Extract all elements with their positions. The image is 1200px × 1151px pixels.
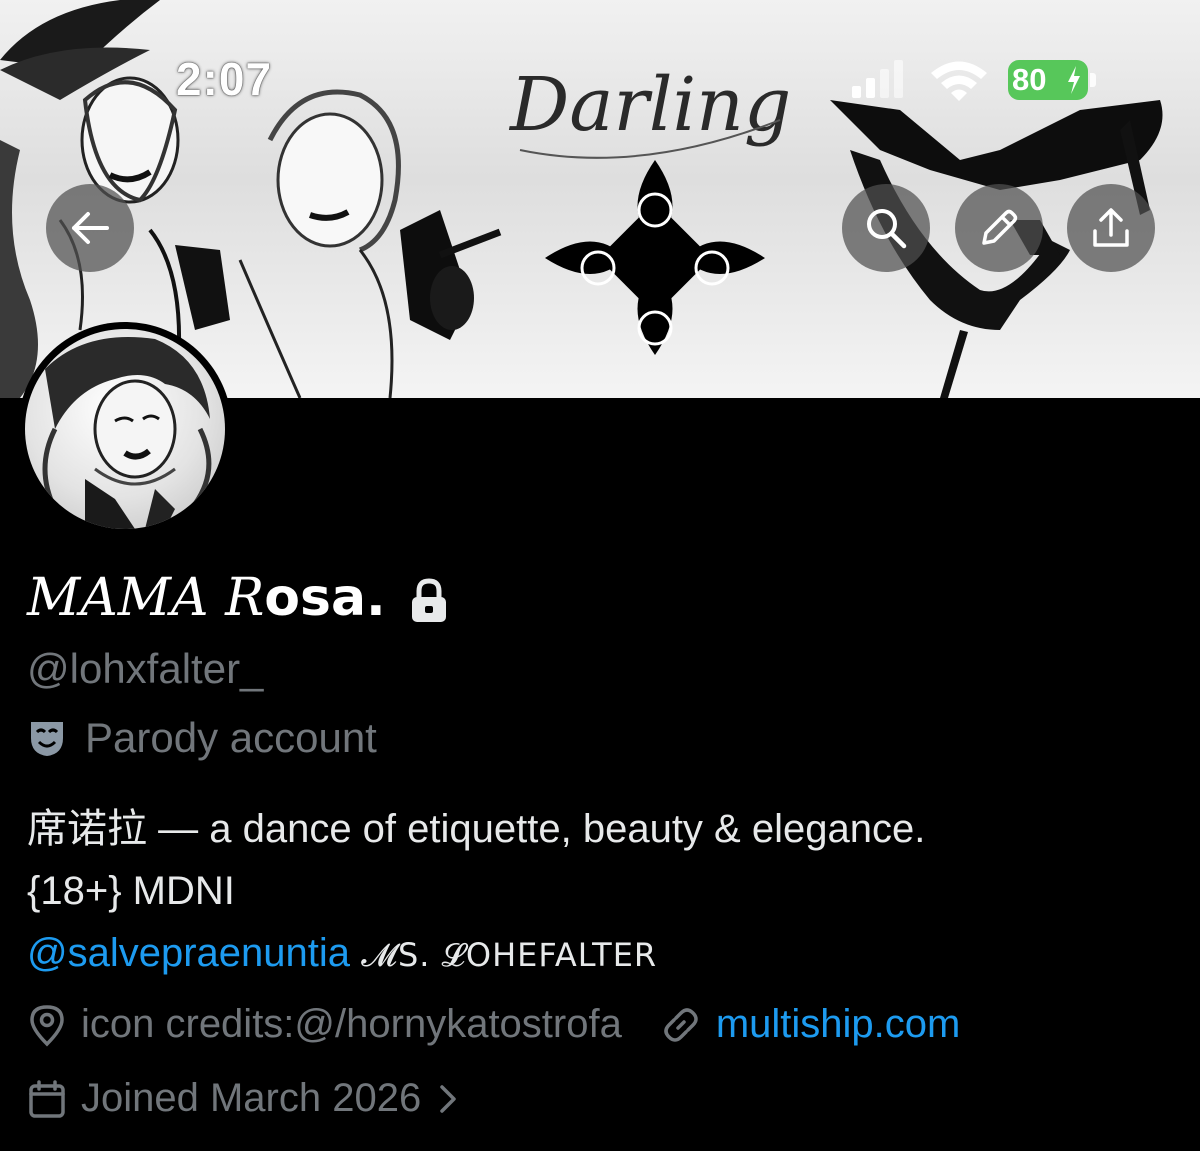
wifi-icon <box>931 61 987 101</box>
calendar-icon <box>29 1079 65 1118</box>
link-icon <box>664 1007 698 1042</box>
profile-handle: @lohxfalter_ <box>27 645 264 692</box>
joined-date[interactable]: Joined March 2026 <box>27 1076 457 1121</box>
display-name: 𝑀𝐴𝑀𝐴 𝑅osa. <box>27 566 450 630</box>
profile-avatar[interactable] <box>18 322 232 536</box>
display-name-styled: 𝑀𝐴𝑀𝐴 𝑅 <box>27 568 265 628</box>
chevron-right-icon <box>440 1084 456 1113</box>
bio-line-2: {18+} MDNI <box>27 869 235 913</box>
search-button[interactable] <box>842 184 930 272</box>
parody-label-text: Parody account <box>85 714 377 761</box>
display-name-rest: osa. <box>264 568 386 628</box>
bio-mention-link[interactable]: @salvepraenuntia <box>27 931 350 975</box>
lock-icon <box>411 578 446 622</box>
emblem-icon <box>545 160 765 355</box>
battery-indicator: 80 <box>1008 60 1098 100</box>
arrow-left-icon <box>72 212 109 244</box>
bio-line-3: @salvepraenuntia 𝓜S. 𝓛OHEFALTER <box>27 922 1177 986</box>
bio-line-1: 席诺拉 — a dance of etiquette, beauty & ele… <box>27 807 926 851</box>
parody-label[interactable]: Parody account <box>27 714 377 762</box>
search-icon <box>867 209 907 249</box>
website-link[interactable]: multiship.com <box>716 1002 961 1047</box>
edit-button[interactable] <box>955 184 1043 272</box>
banner-script-title: Darling <box>508 62 791 148</box>
charging-bolt-icon <box>1068 66 1080 94</box>
back-button[interactable] <box>46 184 134 272</box>
battery-level: 80 <box>1012 62 1047 97</box>
bio-mention-name: 𝓜S. 𝓛OHEFALTER <box>361 936 658 974</box>
location-text: icon credits:@/hornykatostrofa <box>81 1002 622 1046</box>
profile-screen: Darling 2:07 80 𝑀𝐴𝑀𝐴 𝑅 osa. @lohxfalter_… <box>0 0 1200 1151</box>
status-time: 2:07 <box>176 53 273 105</box>
share-icon <box>1093 208 1129 247</box>
cellular-signal-icon <box>852 60 903 98</box>
joined-text: Joined March 2026 <box>81 1076 422 1120</box>
theater-mask-icon <box>31 722 63 756</box>
location-pin-icon <box>30 1004 64 1046</box>
profile-meta: icon credits:@/hornykatostrofa multiship… <box>27 1002 960 1047</box>
share-button[interactable] <box>1067 184 1155 272</box>
pencil-icon <box>982 209 1018 245</box>
avatar-image <box>25 329 225 529</box>
profile-bio: 席诺拉 — a dance of etiquette, beauty & ele… <box>27 798 1177 986</box>
